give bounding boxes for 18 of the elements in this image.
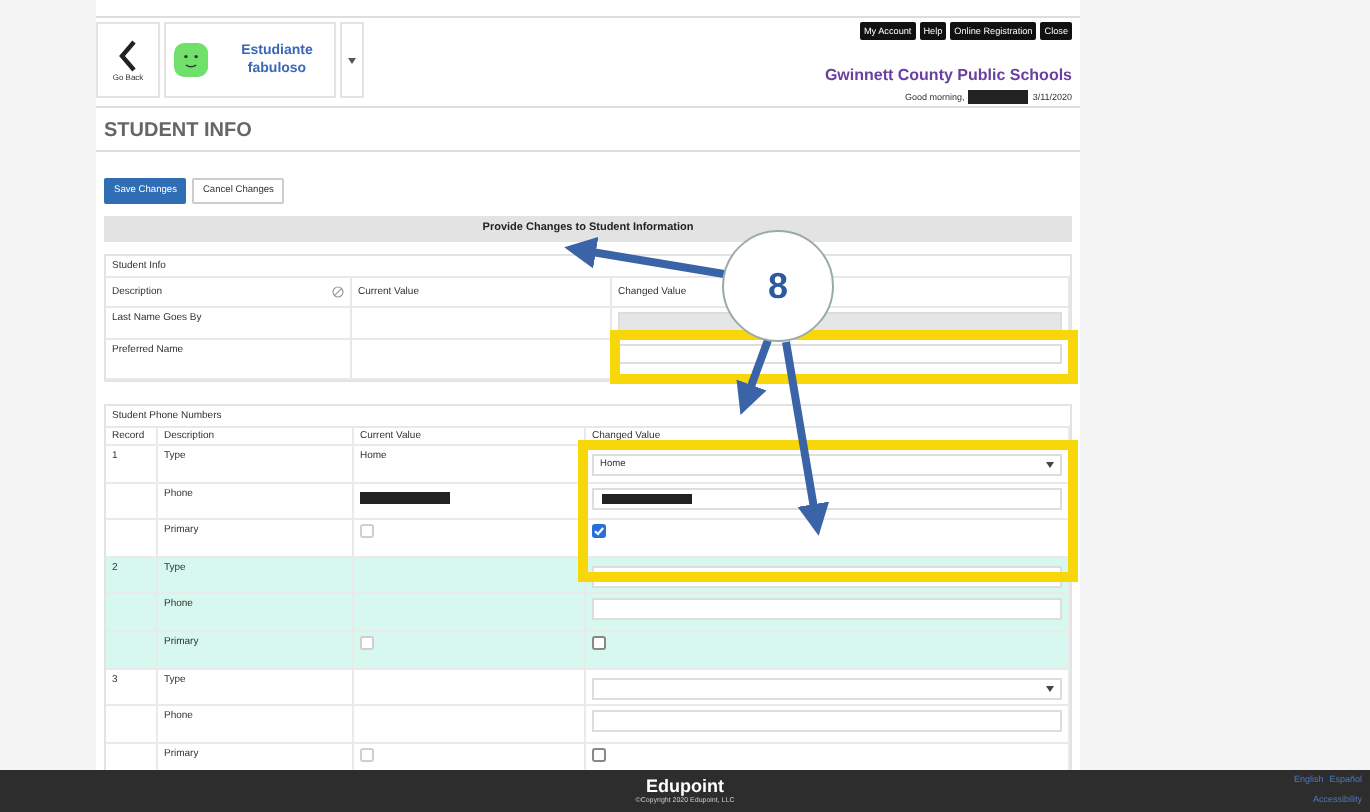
phone-input[interactable] [592, 710, 1062, 733]
checkbox[interactable] [592, 635, 606, 650]
annotation-arrow [736, 338, 772, 415]
checkbox[interactable] [592, 747, 606, 762]
district-name: Gwinnett County Public Schools [824, 66, 1072, 84]
caret-icon [1046, 462, 1054, 468]
phone-input[interactable] [592, 487, 1062, 510]
input-field[interactable] [618, 344, 1062, 364]
footer-logo-text: Edupoint [646, 778, 724, 796]
page-title: STUDENT INFO [96, 108, 1080, 152]
smiley-avatar-icon [174, 40, 209, 80]
chevron-left-icon [118, 39, 138, 71]
redacted-name-block [968, 90, 1029, 104]
circle-slash-icon[interactable] [332, 286, 344, 298]
phone-input[interactable] [592, 598, 1062, 621]
caret-icon [1046, 685, 1054, 692]
checkbox[interactable] [592, 524, 606, 539]
caret-icon [348, 57, 356, 63]
